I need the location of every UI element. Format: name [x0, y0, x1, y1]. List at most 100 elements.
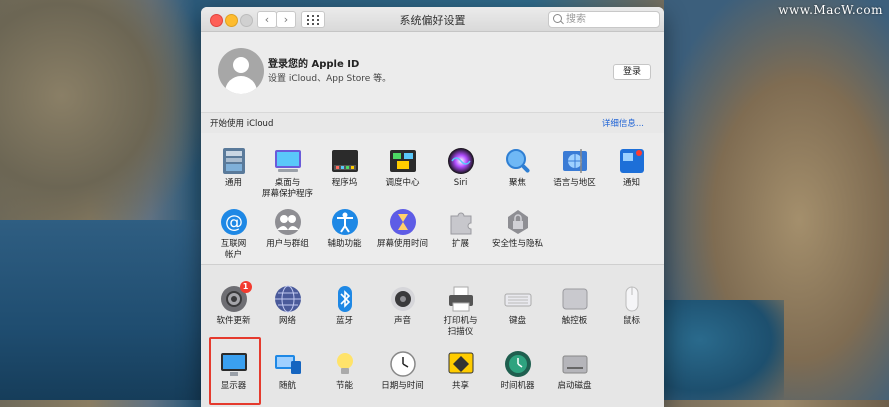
spotlight-icon — [504, 147, 532, 175]
pref-pane-keyboard[interactable]: 键盘 — [489, 285, 546, 327]
system-preferences-window: ‹ › 系统偏好设置 搜索 登录您的 Apple ID 设置 iCloud、Ap… — [201, 7, 664, 407]
search-placeholder: 搜索 — [566, 14, 586, 25]
pref-pane-label: 打印机与 扫描仪 — [443, 316, 478, 337]
pref-pane-sharing[interactable]: 共享 — [432, 350, 489, 392]
pref-pane-mission-control[interactable]: 调度中心 — [374, 147, 431, 189]
pref-pane-users-groups[interactable]: 用户与群组 — [259, 208, 316, 250]
pref-pane-label: 随航 — [278, 381, 296, 391]
notifications-icon — [618, 147, 646, 175]
time-machine-icon — [504, 350, 532, 378]
network-icon — [274, 285, 302, 313]
mouse-icon — [618, 285, 646, 313]
icloud-details-link[interactable]: 详细信息... — [602, 117, 644, 129]
wallpaper-sea-left — [0, 220, 205, 400]
pref-pane-label: 网络 — [278, 316, 296, 326]
apple-id-subtitle: 设置 iCloud、App Store 等。 — [268, 74, 392, 84]
sidecar-icon — [274, 350, 302, 378]
login-button[interactable]: 登录 — [613, 64, 651, 80]
apple-id-title: 登录您的 Apple ID — [268, 59, 360, 70]
pref-pane-sound[interactable]: 声音 — [374, 285, 431, 327]
pref-pane-network[interactable]: 网络 — [259, 285, 316, 327]
pref-pane-energy-saver[interactable]: 节能 — [316, 350, 373, 392]
software-update-icon: 1 — [220, 281, 252, 313]
language-region-icon — [561, 147, 589, 175]
internet-accounts-icon: @ — [220, 208, 248, 236]
pref-pane-label: 通用 — [224, 178, 242, 188]
general-icon — [220, 147, 248, 175]
wallpaper-sea-right — [664, 300, 784, 400]
pref-pane-spotlight[interactable]: 聚焦 — [489, 147, 546, 189]
sharing-icon — [447, 350, 475, 378]
users-groups-icon — [274, 208, 302, 236]
pref-pane-mouse[interactable]: 鼠标 — [603, 285, 660, 327]
pref-pane-notifications[interactable]: 通知 — [603, 147, 660, 189]
pref-pane-label: 蓝牙 — [335, 316, 353, 326]
pref-pane-label: 安全性与隐私 — [491, 239, 543, 249]
apple-id-section: 登录您的 Apple ID 设置 iCloud、App Store 等。 登录 — [201, 32, 664, 118]
pref-pane-label: 扩展 — [451, 239, 469, 249]
energy-saver-icon — [331, 350, 359, 378]
pref-pane-printers-scanners[interactable]: 打印机与 扫描仪 — [432, 285, 489, 338]
dock-icon — [331, 147, 359, 175]
pref-pane-label: 聚焦 — [508, 178, 526, 188]
pref-pane-label: 辅助功能 — [327, 239, 362, 249]
desktop-screensaver-icon — [274, 147, 302, 175]
accessibility-icon — [331, 208, 359, 236]
security-privacy-icon — [504, 208, 532, 236]
update-count-badge: 1 — [239, 281, 252, 293]
pref-pane-label: 节能 — [335, 381, 353, 391]
date-time-icon — [389, 350, 417, 378]
pref-pane-label: 桌面与 屏幕保护程序 — [261, 178, 313, 199]
pref-pane-label: 鼠标 — [622, 316, 640, 326]
wallpaper-cliff-left — [0, 0, 205, 240]
pref-pane-time-machine[interactable]: 时间机器 — [489, 350, 546, 392]
pref-pane-label: Siri — [453, 178, 468, 188]
keyboard-icon — [504, 285, 532, 313]
pref-pane-label: 语言与地区 — [553, 178, 596, 188]
watermark-text: www.MacW.com — [778, 3, 883, 17]
pref-pane-label: 程序坞 — [331, 178, 358, 188]
pref-pane-general[interactable]: 通用 — [205, 147, 262, 189]
pref-pane-language-region[interactable]: 语言与地区 — [546, 147, 603, 189]
icloud-bar: 开始使用 iCloud 详细信息... — [201, 112, 664, 133]
svg-text:@: @ — [225, 212, 243, 233]
sound-icon — [389, 285, 417, 313]
pref-pane-screen-time[interactable]: 屏幕使用时间 — [374, 208, 431, 250]
pref-pane-siri[interactable]: Siri — [432, 147, 489, 189]
pref-pane-label: 软件更新 — [216, 316, 251, 326]
avatar[interactable] — [218, 48, 264, 94]
extensions-icon — [447, 208, 475, 236]
mission-control-icon — [389, 147, 417, 175]
pref-pane-desktop-screensaver[interactable]: 桌面与 屏幕保护程序 — [259, 147, 316, 200]
title-bar: ‹ › 系统偏好设置 搜索 — [201, 7, 664, 32]
pref-pane-label: 用户与群组 — [266, 239, 309, 249]
screen-time-icon — [389, 208, 417, 236]
pref-pane-date-time[interactable]: 日期与时间 — [374, 350, 431, 392]
pref-pane-label: 触控板 — [561, 316, 588, 326]
pref-pane-internet-accounts[interactable]: @ 互联网 帐户 — [205, 208, 262, 261]
pref-pane-sidecar[interactable]: 随航 — [259, 350, 316, 392]
pref-pane-label: 互联网 帐户 — [220, 239, 247, 260]
pref-pane-extensions[interactable]: 扩展 — [432, 208, 489, 250]
bluetooth-icon — [331, 285, 359, 313]
displays-highlight-box — [209, 337, 261, 405]
printers-scanners-icon — [447, 285, 475, 313]
pref-pane-security-privacy[interactable]: 安全性与隐私 — [489, 208, 546, 250]
pref-pane-label: 屏幕使用时间 — [376, 239, 428, 249]
pref-pane-trackpad[interactable]: 触控板 — [546, 285, 603, 327]
pref-pane-accessibility[interactable]: 辅助功能 — [316, 208, 373, 250]
pref-pane-label: 时间机器 — [500, 381, 535, 391]
pref-pane-startup-disk[interactable]: 启动磁盘 — [546, 350, 603, 392]
pref-pane-software-update[interactable]: 1 软件更新 — [205, 281, 262, 327]
icloud-label: 开始使用 iCloud — [210, 119, 274, 129]
pref-pane-dock[interactable]: 程序坞 — [316, 147, 373, 189]
search-icon — [553, 14, 562, 23]
pref-pane-label: 通知 — [622, 178, 640, 188]
trackpad-icon — [561, 285, 589, 313]
search-field[interactable]: 搜索 — [548, 11, 660, 28]
pref-pane-label: 声音 — [393, 316, 411, 326]
pref-pane-label: 调度中心 — [385, 178, 420, 188]
startup-disk-icon — [561, 350, 589, 378]
pref-pane-bluetooth[interactable]: 蓝牙 — [316, 285, 373, 327]
pref-pane-label: 键盘 — [508, 316, 526, 326]
